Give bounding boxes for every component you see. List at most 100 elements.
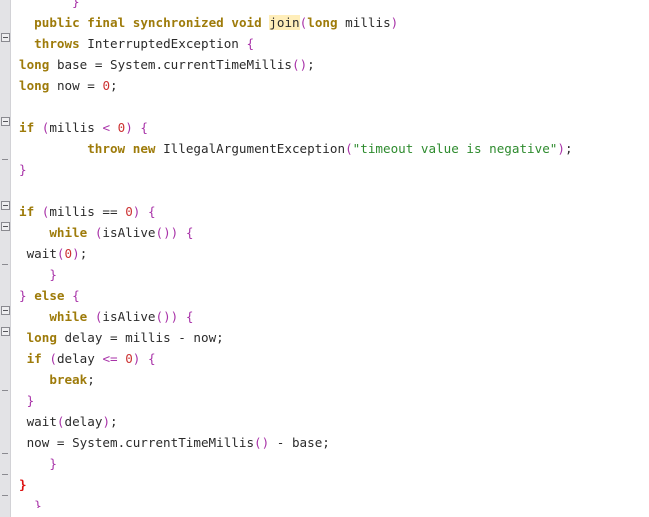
code-token: () bbox=[291, 57, 308, 72]
code-token: { bbox=[72, 288, 80, 303]
code-line[interactable]: } bbox=[11, 0, 649, 12]
code-token: throws bbox=[34, 36, 80, 51]
code-token: long bbox=[19, 57, 50, 72]
code-line[interactable]: } else { bbox=[11, 285, 649, 306]
code-line[interactable]: wait(0); bbox=[11, 243, 649, 264]
code-fold-marker[interactable] bbox=[1, 117, 10, 126]
code-token: { bbox=[140, 120, 148, 135]
code-token: if bbox=[19, 120, 35, 135]
code-token: ) bbox=[557, 141, 565, 156]
code-token: now = System.currentTimeMillis bbox=[26, 435, 255, 450]
code-token: 0 bbox=[64, 246, 73, 261]
code-line[interactable]: } bbox=[11, 159, 649, 180]
code-token: ; bbox=[110, 78, 118, 93]
code-token: synchronized bbox=[132, 15, 224, 30]
code-token: } bbox=[26, 393, 35, 408]
code-token: } bbox=[72, 0, 80, 9]
code-token: { bbox=[147, 204, 156, 219]
code-line[interactable]: long now = 0; bbox=[11, 75, 649, 96]
code-line[interactable]: } bbox=[11, 474, 649, 495]
code-token: long bbox=[19, 78, 50, 93]
code-token: <= bbox=[102, 351, 118, 366]
code-fold-marker[interactable] bbox=[1, 306, 10, 315]
code-line[interactable] bbox=[11, 180, 649, 201]
code-token: millis bbox=[49, 120, 103, 135]
highlighted-token: join bbox=[269, 15, 300, 30]
code-token: 0 bbox=[125, 351, 133, 366]
code-token: throw bbox=[87, 141, 126, 156]
code-content[interactable]: } public final synchronized void join(lon… bbox=[11, 0, 649, 508]
code-token: delay bbox=[64, 414, 103, 429]
code-line[interactable]: throws InterruptedException { bbox=[11, 33, 649, 54]
code-line[interactable]: while (isAlive()) { bbox=[11, 306, 649, 327]
code-line[interactable]: } bbox=[11, 453, 649, 474]
code-token: () bbox=[155, 309, 171, 324]
code-token: ; bbox=[110, 414, 118, 429]
code-token: ; bbox=[87, 372, 95, 387]
code-token: ) bbox=[72, 246, 80, 261]
code-line[interactable]: now = System.currentTimeMillis() - base; bbox=[11, 432, 649, 453]
code-token: while bbox=[49, 309, 88, 324]
code-token: ; bbox=[307, 57, 315, 72]
code-token: } bbox=[49, 456, 57, 471]
code-fold-marker[interactable] bbox=[1, 222, 10, 231]
code-fold-marker[interactable] bbox=[1, 327, 10, 336]
code-line[interactable]: public final synchronized void join(long… bbox=[11, 12, 649, 33]
code-token: < bbox=[102, 120, 111, 135]
code-token: ) bbox=[390, 15, 399, 30]
code-line[interactable] bbox=[11, 96, 649, 117]
code-token: ( bbox=[345, 141, 353, 156]
code-token: 0 bbox=[125, 204, 133, 219]
code-token: ( bbox=[49, 351, 57, 366]
code-token: { bbox=[147, 351, 156, 366]
code-line[interactable]: break; bbox=[11, 369, 649, 390]
code-fold-end-marker bbox=[2, 495, 8, 496]
code-token: wait bbox=[26, 246, 57, 261]
code-token: { bbox=[246, 36, 255, 51]
code-token: } bbox=[34, 498, 42, 508]
code-line[interactable]: while (isAlive()) { bbox=[11, 222, 649, 243]
code-line[interactable]: long delay = millis - now; bbox=[11, 327, 649, 348]
code-line[interactable]: if (delay <= 0) { bbox=[11, 348, 649, 369]
editor-gutter[interactable] bbox=[0, 0, 11, 517]
code-line[interactable]: } bbox=[11, 264, 649, 285]
code-line[interactable]: throw new IllegalArgumentException("time… bbox=[11, 138, 649, 159]
code-token: () bbox=[155, 225, 171, 240]
code-line[interactable]: wait(delay); bbox=[11, 411, 649, 432]
code-token: ; bbox=[79, 246, 88, 261]
code-fold-marker[interactable] bbox=[1, 33, 10, 42]
code-token: if bbox=[26, 351, 42, 366]
code-token: ( bbox=[56, 414, 65, 429]
code-token: if bbox=[19, 204, 35, 219]
code-line[interactable]: } bbox=[11, 390, 649, 411]
code-token: ) bbox=[102, 414, 111, 429]
code-token: - base; bbox=[269, 435, 330, 450]
code-line[interactable]: } bbox=[11, 495, 649, 508]
code-token: final bbox=[87, 15, 126, 30]
code-token: } bbox=[49, 267, 57, 282]
code-line[interactable]: long base = System.currentTimeMillis(); bbox=[11, 54, 649, 75]
code-token: base = System.currentTimeMillis bbox=[56, 57, 292, 72]
code-editor-viewport[interactable]: } public final synchronized void join(lon… bbox=[0, 0, 649, 517]
code-token: now = bbox=[56, 78, 103, 93]
code-token: else bbox=[34, 288, 65, 303]
code-token: void bbox=[231, 15, 262, 30]
code-line[interactable]: if (millis < 0) { bbox=[11, 117, 649, 138]
code-line[interactable]: if (millis == 0) { bbox=[11, 201, 649, 222]
code-fold-end-marker bbox=[2, 390, 8, 391]
code-fold-marker[interactable] bbox=[1, 201, 10, 210]
code-token: InterruptedException bbox=[87, 36, 239, 51]
code-token: break bbox=[49, 372, 88, 387]
code-fold-end-marker bbox=[2, 474, 8, 475]
code-token: delay = millis - now; bbox=[64, 330, 224, 345]
